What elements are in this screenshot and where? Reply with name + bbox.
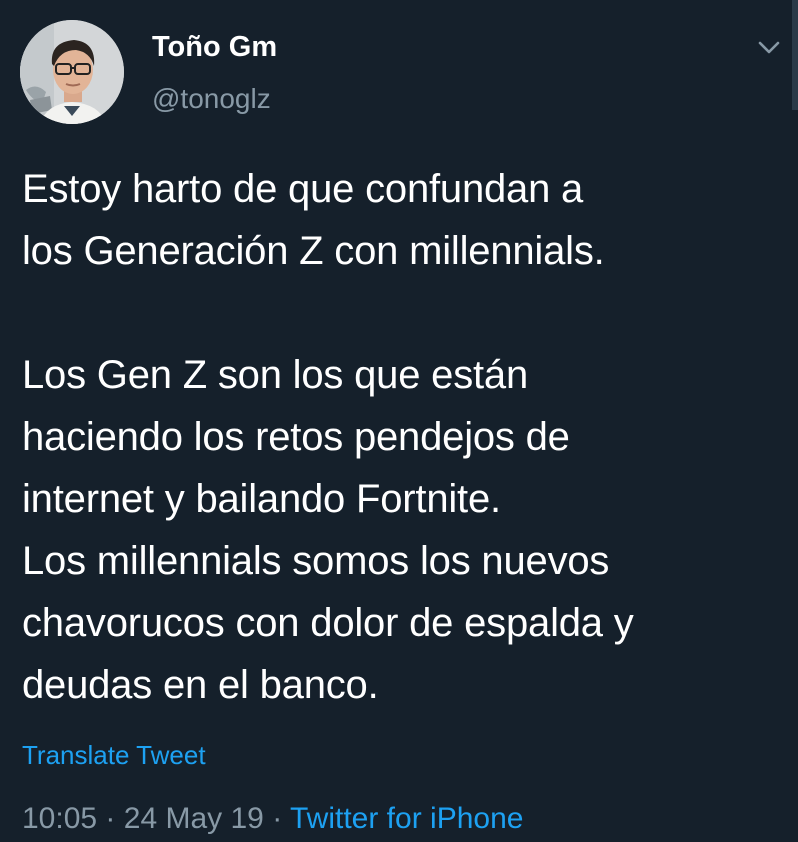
tweet-time: 10:05 [22,802,98,835]
scrollbar[interactable] [792,0,798,110]
translate-tweet-link[interactable]: Translate Tweet [22,738,206,772]
tweet-meta: 10:05 · 24 May 19 · Twitter for iPhone [22,799,523,839]
user-handle[interactable]: @tonoglz [152,82,271,116]
display-name[interactable]: Toño Gm [152,30,277,64]
chevron-down-icon[interactable] [754,34,784,60]
meta-separator: · [272,802,283,835]
meta-separator: · [105,802,116,835]
tweet-source-link[interactable]: Twitter for iPhone [290,802,523,835]
tweet-date: 24 May 19 [123,802,264,835]
avatar-photo [20,20,124,124]
tweet-card: Toño Gm @tonoglz Estoy harto de que conf… [0,0,798,842]
tweet-text: Estoy harto de que confundan a los Gener… [22,167,634,707]
avatar[interactable] [20,20,124,124]
